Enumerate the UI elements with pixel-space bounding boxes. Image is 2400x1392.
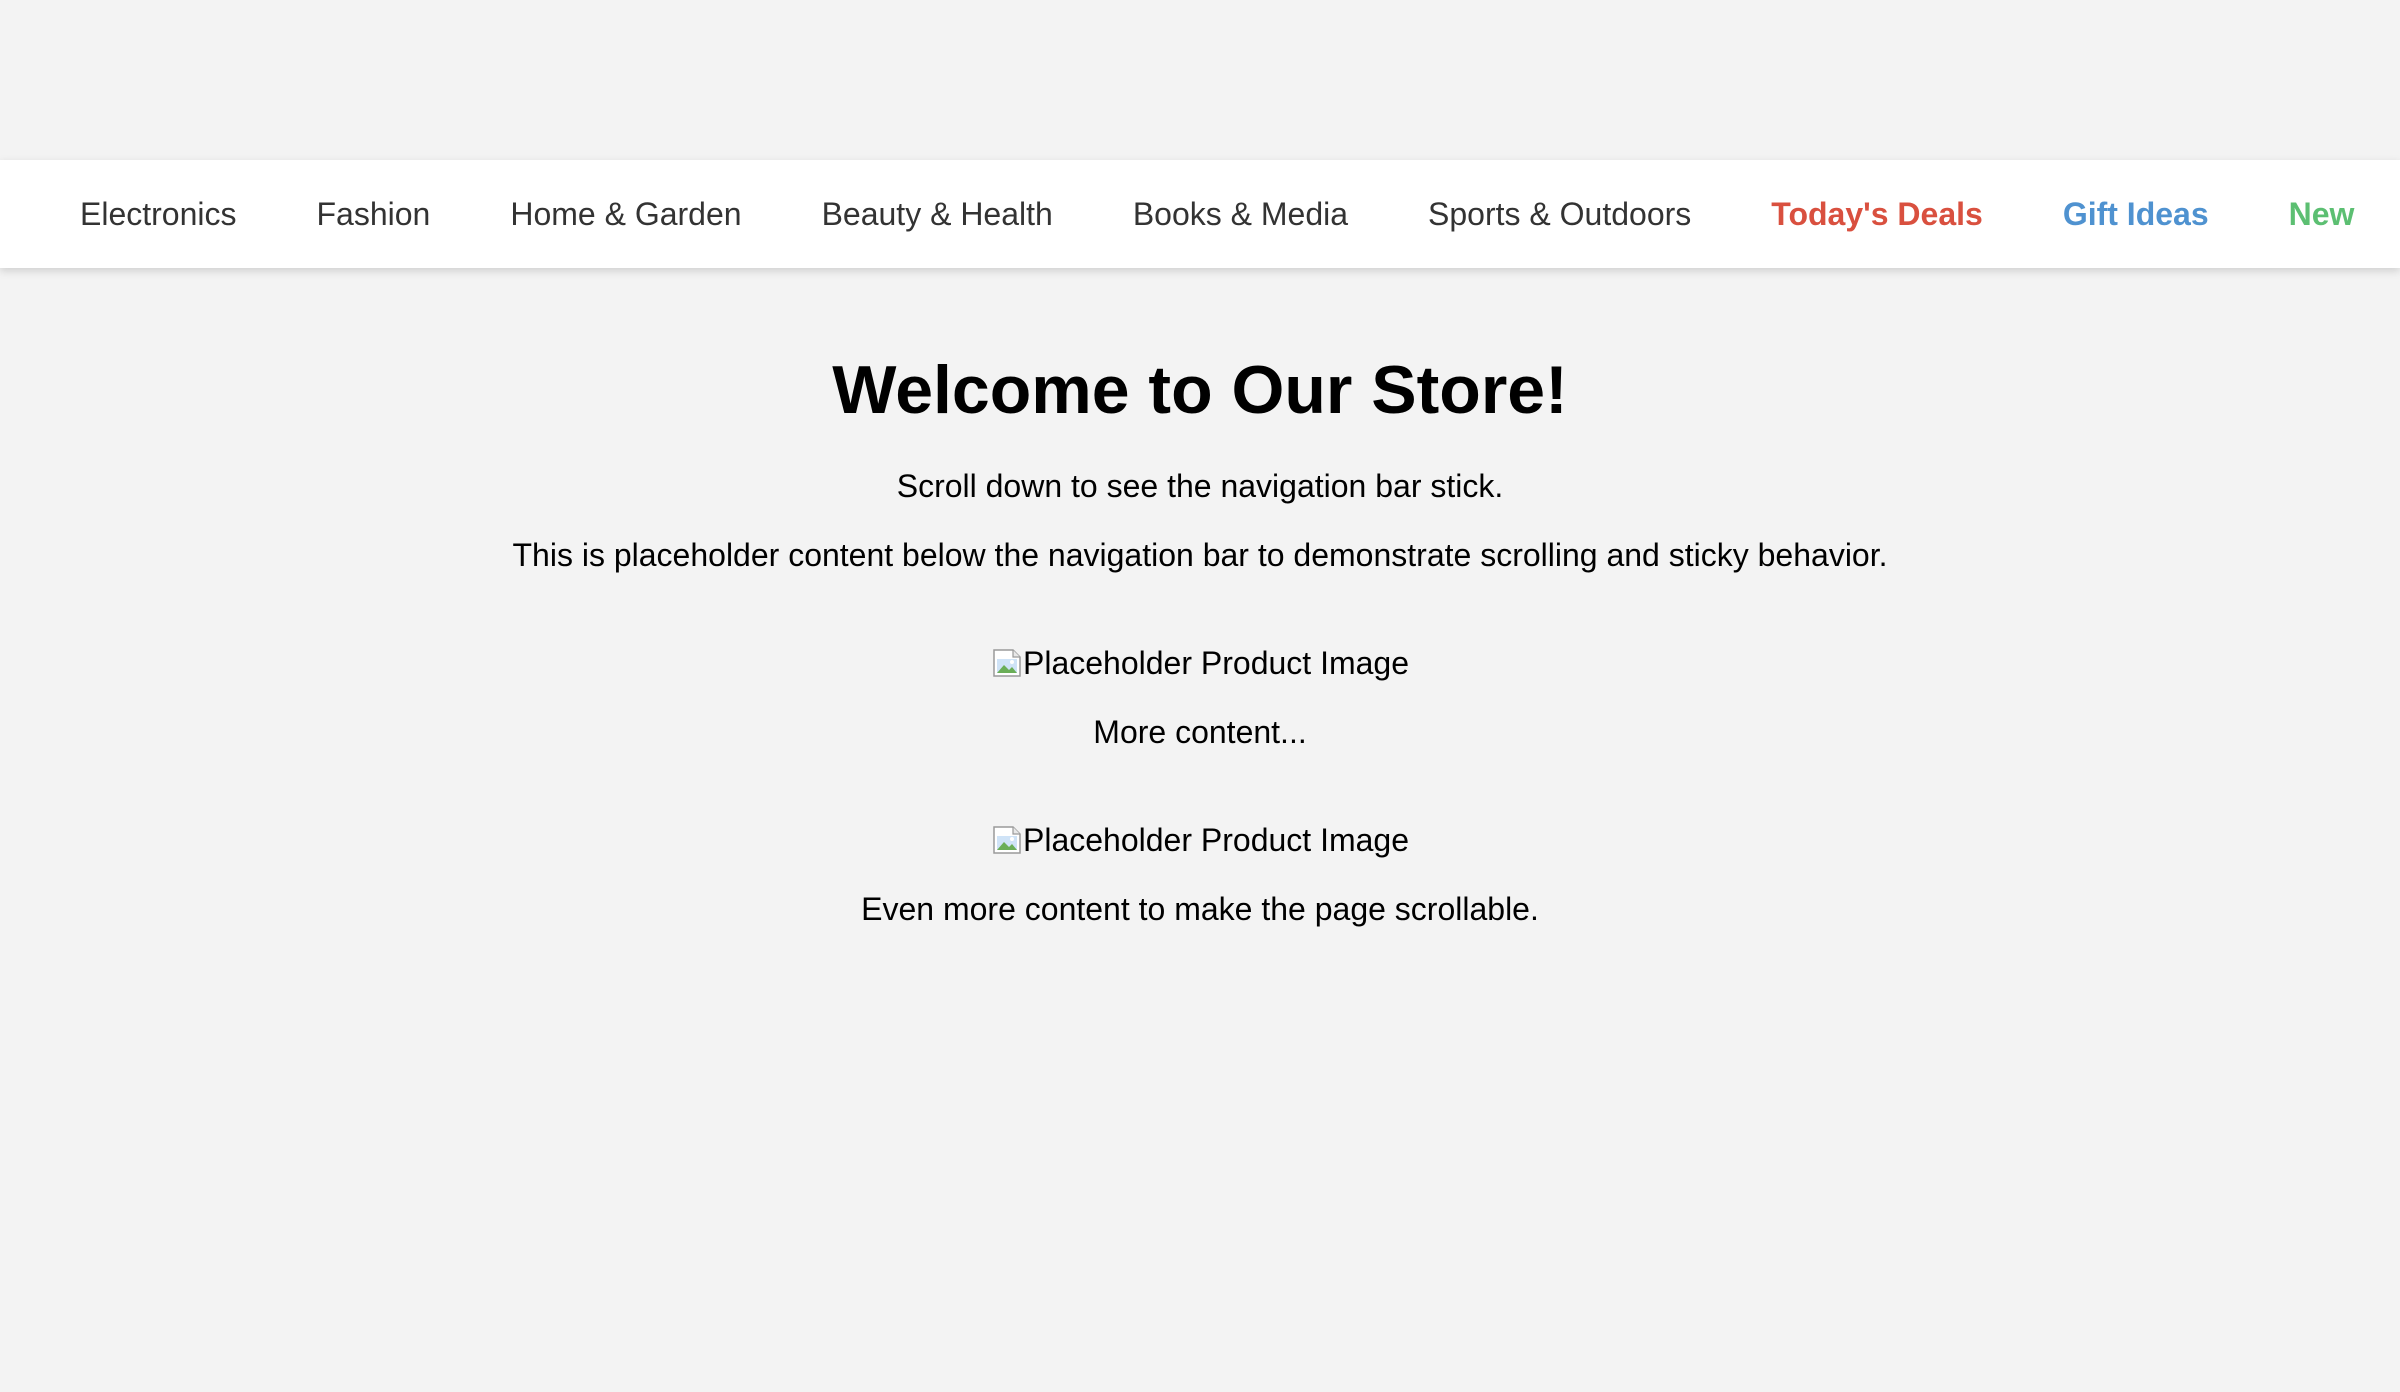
product-image-1: Placeholder Product Image xyxy=(0,643,2400,683)
broken-image-icon xyxy=(991,824,1023,856)
product-image-1-alt: Placeholder Product Image xyxy=(1023,645,1409,681)
nav-item-electronics[interactable]: Electronics xyxy=(40,160,277,268)
product-image-2-alt: Placeholder Product Image xyxy=(1023,822,1409,858)
nav-item-home-garden[interactable]: Home & Garden xyxy=(470,160,781,268)
intro-text: Scroll down to see the navigation bar st… xyxy=(896,468,1504,504)
nav-item-new[interactable]: New xyxy=(2249,160,2395,268)
nav-item-sports-outdoors[interactable]: Sports & Outdoors xyxy=(1388,160,1731,268)
placeholder-text: This is placeholder content below the na… xyxy=(512,537,1888,573)
more-content-text: More content... xyxy=(1093,714,1307,750)
nav-list: Electronics Fashion Home & Garden Beauty… xyxy=(0,160,2400,268)
main-content: Welcome to Our Store! Scroll down to see… xyxy=(0,268,2400,929)
nav-item-beauty-health[interactable]: Beauty & Health xyxy=(782,160,1093,268)
category-navbar: Electronics Fashion Home & Garden Beauty… xyxy=(0,160,2400,268)
even-more-content-text: Even more content to make the page scrol… xyxy=(861,891,1539,927)
nav-item-books-media[interactable]: Books & Media xyxy=(1093,160,1388,268)
nav-item-todays-deals[interactable]: Today's Deals xyxy=(1731,160,2023,268)
product-image-2: Placeholder Product Image xyxy=(0,820,2400,860)
nav-item-fashion[interactable]: Fashion xyxy=(277,160,471,268)
broken-image-icon xyxy=(991,647,1023,679)
nav-item-gift-ideas[interactable]: Gift Ideas xyxy=(2023,160,2249,268)
page-title: Welcome to Our Store! xyxy=(832,352,1568,428)
